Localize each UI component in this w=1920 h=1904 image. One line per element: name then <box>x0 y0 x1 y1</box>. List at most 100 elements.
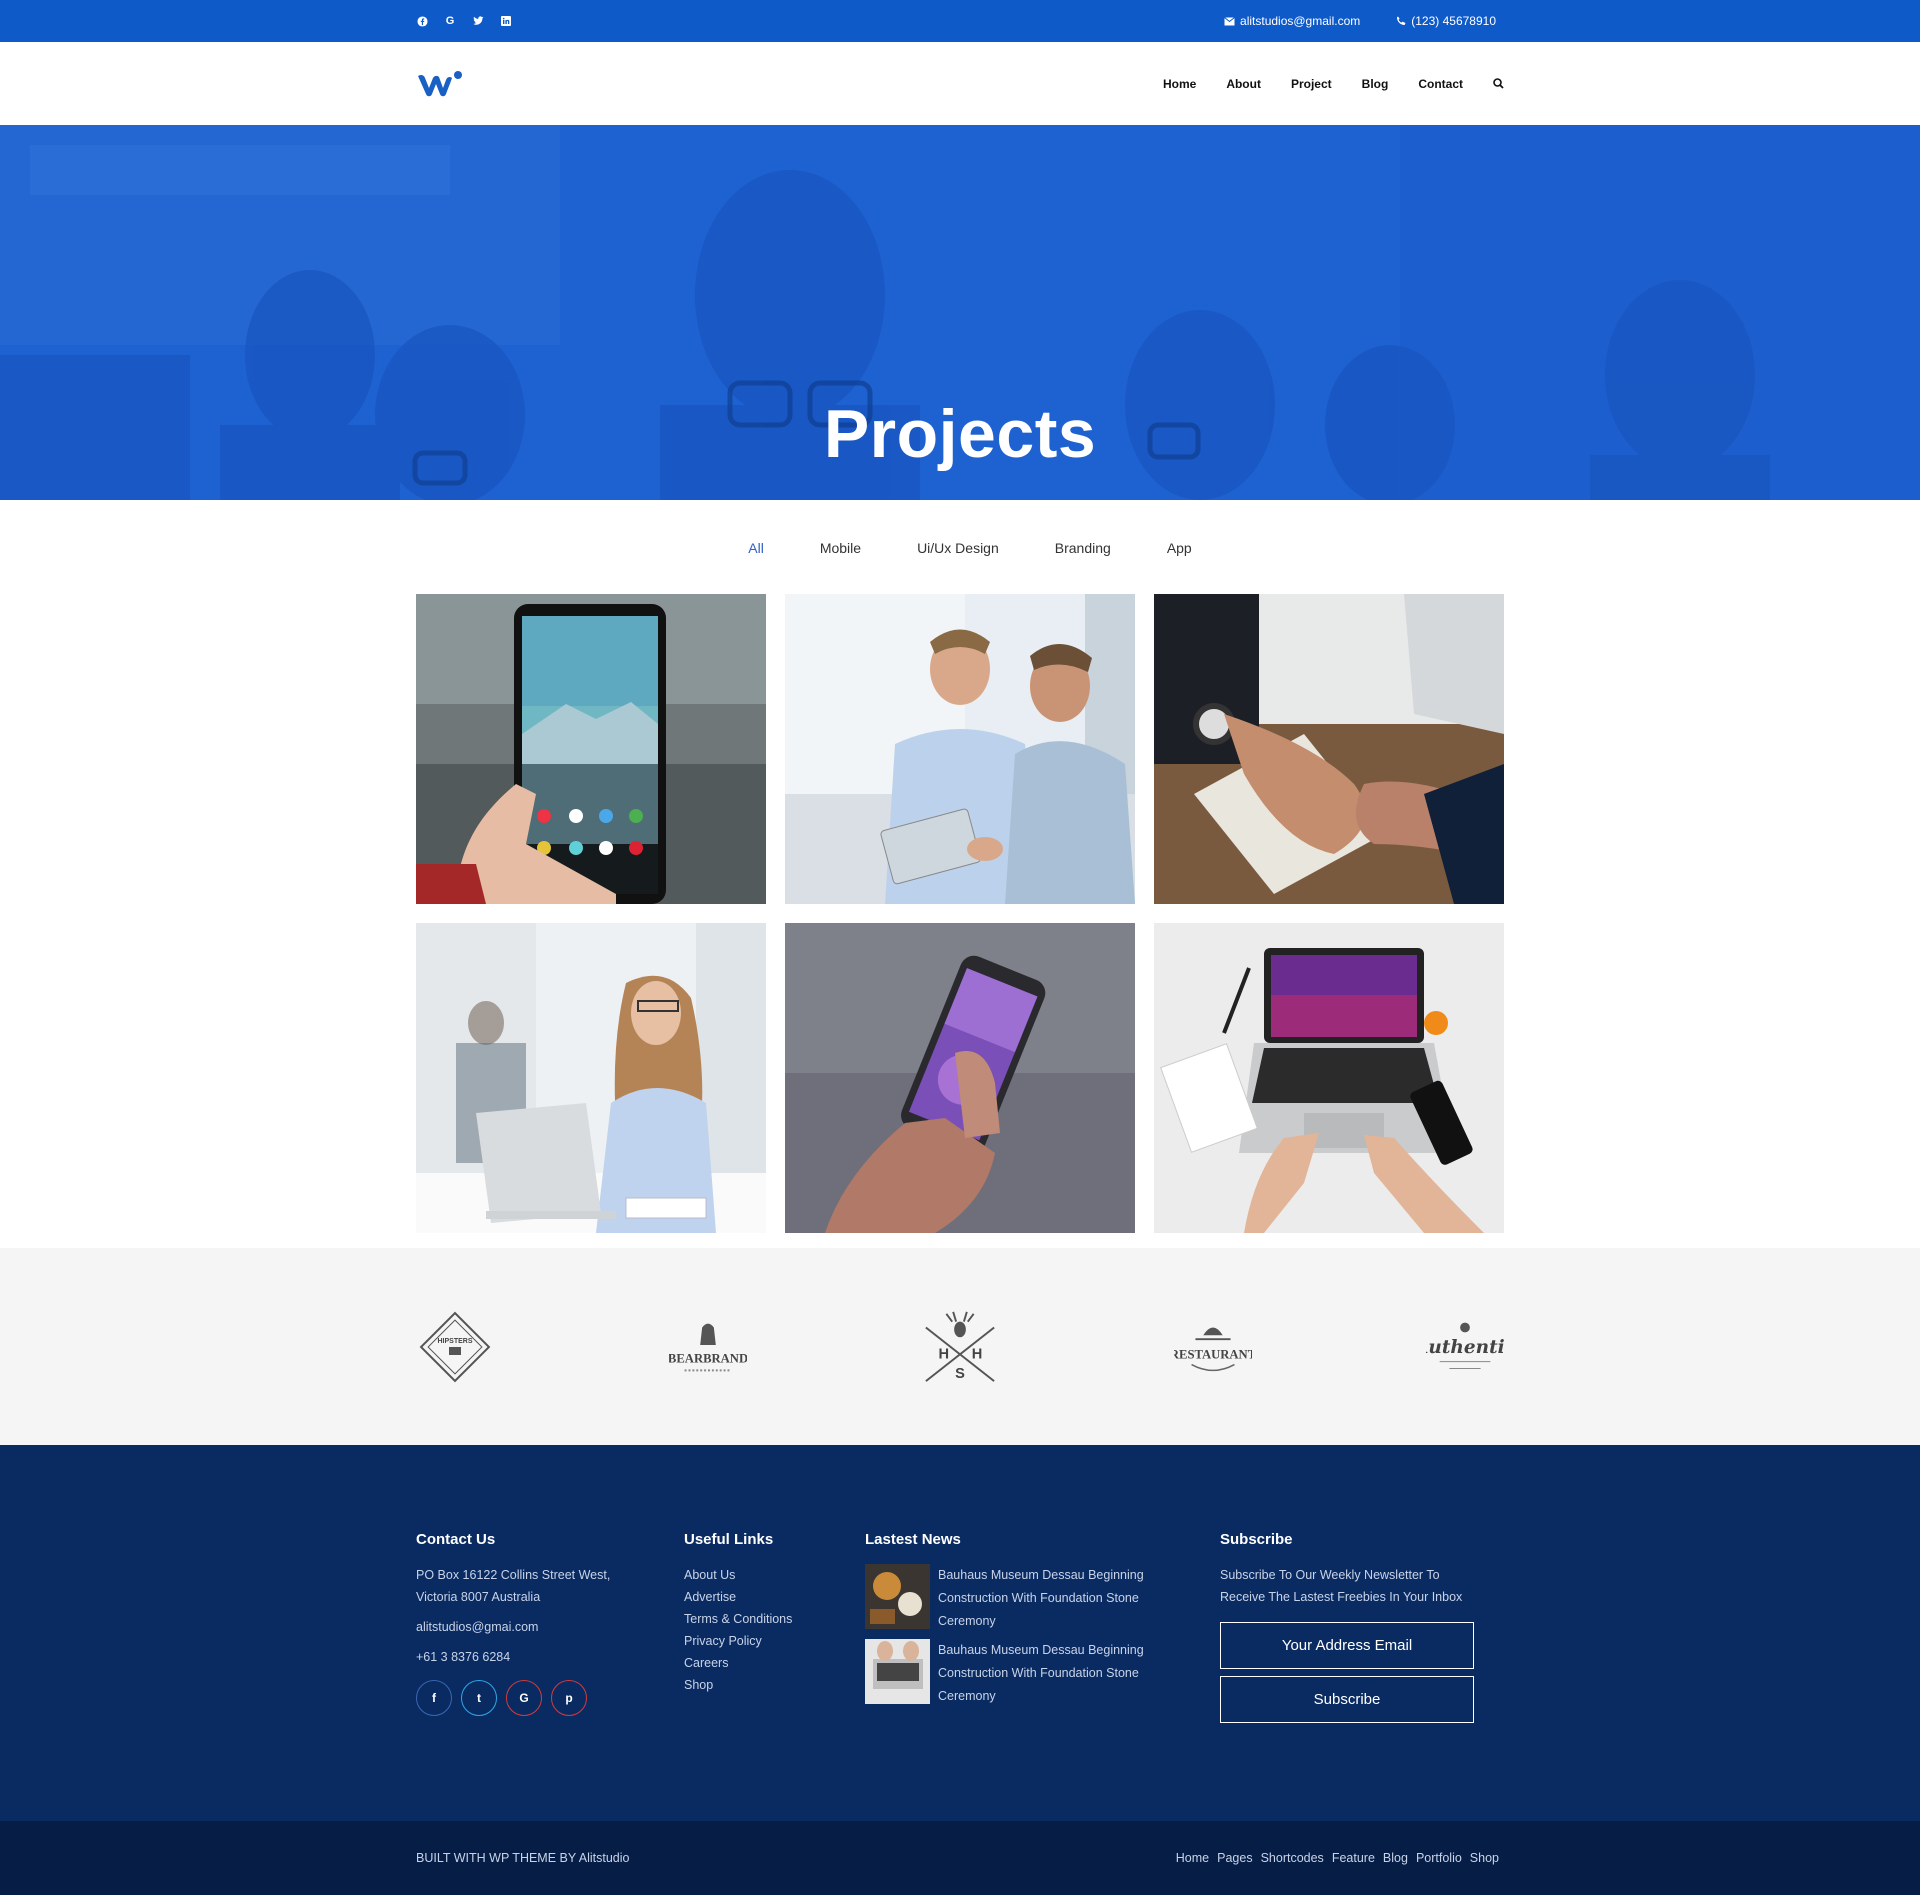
bottom-link-shortcodes[interactable]: Shortcodes <box>1261 1851 1324 1865</box>
pinterest-icon[interactable]: p <box>551 1680 587 1716</box>
project-item[interactable] <box>785 923 1135 1233</box>
footer-link-advertise[interactable]: Advertise <box>684 1586 865 1608</box>
project-image-handshake <box>1154 594 1504 904</box>
footer-link-terms[interactable]: Terms & Conditions <box>684 1608 865 1630</box>
footer-bottom-bar: BUILT WITH WP THEME BY Alitstudio Home P… <box>0 1821 1920 1895</box>
twitter-icon[interactable] <box>472 15 484 27</box>
news-item[interactable]: Bauhaus Museum Dessau Beginning Construc… <box>865 1639 1220 1708</box>
nav-home[interactable]: Home <box>1163 77 1196 91</box>
footer-links-heading: Useful Links <box>684 1531 774 1548</box>
top-email[interactable]: alitstudios@gmail.com <box>1224 14 1360 28</box>
footer-latest-news: Lastest News Bauhaus Museum Dessau Begin… <box>865 1531 1220 1723</box>
news-item[interactable]: Bauhaus Museum Dessau Beginning Construc… <box>865 1564 1220 1633</box>
project-image-phone-mountains <box>416 594 766 904</box>
project-filters: All Mobile Ui/Ux Design Branding App <box>0 540 1920 556</box>
phone-icon <box>1397 16 1406 25</box>
restaurant-logo: RESTAURANT <box>1174 1307 1252 1387</box>
footer-link-about-us[interactable]: About Us <box>684 1564 865 1586</box>
twitter-icon[interactable]: t <box>461 1680 497 1716</box>
nav-blog[interactable]: Blog <box>1362 77 1389 91</box>
brand-logos-strip: HIPSTERS BEARBRAND H H S RESTAURANT uthe… <box>0 1248 1920 1445</box>
bearbrand-logo: BEARBRAND <box>669 1307 747 1387</box>
footer-address-line2: Victoria 8007 Australia <box>416 1590 541 1604</box>
subscribe-text-line2: Receive The Lastest Freebies In Your Inb… <box>1220 1590 1463 1604</box>
filter-branding[interactable]: Branding <box>1055 540 1111 556</box>
top-phone-text: (123) 45678910 <box>1411 14 1496 28</box>
svg-text:S: S <box>955 1366 965 1382</box>
bottom-link-pages[interactable]: Pages <box>1217 1851 1252 1865</box>
nav-project[interactable]: Project <box>1291 77 1332 91</box>
footer-bottom-links: Home Pages Shortcodes Feature Blog Portf… <box>1176 1851 1499 1865</box>
facebook-icon[interactable]: f <box>416 1680 452 1716</box>
bottom-link-home[interactable]: Home <box>1176 1851 1209 1865</box>
news-thumbnail <box>865 1564 930 1629</box>
footer-contact-heading: Contact Us <box>416 1531 496 1548</box>
authentic-logo: Authentic <box>1426 1307 1504 1387</box>
hipsters-logo: HIPSTERS <box>416 1307 494 1387</box>
footer-subscribe: Subscribe Subscribe To Our Weekly Newsle… <box>1220 1531 1504 1723</box>
svg-text:RESTAURANT: RESTAURANT <box>1174 1347 1252 1361</box>
project-image-woman-laptop <box>416 923 766 1233</box>
svg-text:Authentic: Authentic <box>1426 1336 1504 1357</box>
filter-app[interactable]: App <box>1167 540 1192 556</box>
bottom-link-blog[interactable]: Blog <box>1383 1851 1408 1865</box>
svg-text:H: H <box>972 1346 983 1362</box>
page-title: Projects <box>823 396 1097 472</box>
main-menu: Home About Project Blog Contact <box>1163 77 1504 91</box>
hhs-logo: H H S <box>921 1307 999 1387</box>
project-image-business-meeting <box>785 594 1135 904</box>
news-item-title[interactable]: Bauhaus Museum Dessau Beginning Construc… <box>938 1564 1178 1633</box>
main-navbar: Home About Project Blog Contact <box>0 42 1920 125</box>
filter-all[interactable]: All <box>748 540 764 556</box>
project-grid <box>416 594 1504 1233</box>
project-item[interactable] <box>785 594 1135 904</box>
top-contact: alitstudios@gmail.com (123) 45678910 <box>1224 14 1496 28</box>
footer-phone[interactable]: +61 3 8376 6284 <box>416 1646 684 1668</box>
bottom-link-shop[interactable]: Shop <box>1470 1851 1499 1865</box>
google-icon[interactable]: G <box>444 15 456 27</box>
linkedin-icon[interactable] <box>500 15 512 27</box>
svg-text:H: H <box>939 1346 950 1362</box>
project-item[interactable] <box>416 594 766 904</box>
footer-address-line1: PO Box 16122 Collins Street West, <box>416 1568 611 1582</box>
nav-about[interactable]: About <box>1226 77 1261 91</box>
footer-link-shop[interactable]: Shop <box>684 1674 865 1696</box>
footer-link-careers[interactable]: Careers <box>684 1652 865 1674</box>
footer-social-links: f t G p <box>416 1680 684 1716</box>
facebook-icon[interactable] <box>416 15 428 27</box>
subscribe-text-line1: Subscribe To Our Weekly Newsletter To <box>1220 1568 1440 1582</box>
envelope-icon <box>1224 16 1235 25</box>
subscribe-button[interactable]: Subscribe <box>1220 1676 1474 1723</box>
svg-text:BEARBRAND: BEARBRAND <box>669 1351 747 1365</box>
project-image-hand-phone <box>785 923 1135 1233</box>
bottom-link-portfolio[interactable]: Portfolio <box>1416 1851 1462 1865</box>
bottom-link-feature[interactable]: Feature <box>1332 1851 1375 1865</box>
footer-credit: BUILT WITH WP THEME BY Alitstudio <box>416 1851 630 1865</box>
nav-contact[interactable]: Contact <box>1418 77 1463 91</box>
project-item[interactable] <box>416 923 766 1233</box>
footer-useful-links: Useful Links About Us Advertise Terms & … <box>684 1531 865 1723</box>
google-icon[interactable]: G <box>506 1680 542 1716</box>
search-icon[interactable] <box>1493 78 1504 89</box>
subscribe-email-input[interactable]: Your Address Email <box>1220 1622 1474 1669</box>
site-footer: Contact Us PO Box 16122 Collins Street W… <box>0 1445 1920 1821</box>
filter-uiux-design[interactable]: Ui/Ux Design <box>917 540 999 556</box>
footer-news-heading: Lastest News <box>865 1531 961 1548</box>
svg-text:HIPSTERS: HIPSTERS <box>437 1338 472 1345</box>
project-item[interactable] <box>1154 594 1504 904</box>
filter-mobile[interactable]: Mobile <box>820 540 861 556</box>
footer-email[interactable]: alitstudios@gmai.com <box>416 1616 684 1638</box>
site-logo[interactable] <box>416 70 464 98</box>
top-email-text: alitstudios@gmail.com <box>1240 14 1361 28</box>
project-item[interactable] <box>1154 923 1504 1233</box>
top-phone[interactable]: (123) 45678910 <box>1396 14 1496 28</box>
project-image-laptop-desk <box>1154 923 1504 1233</box>
footer-link-privacy[interactable]: Privacy Policy <box>684 1630 865 1652</box>
news-item-title[interactable]: Bauhaus Museum Dessau Beginning Construc… <box>938 1639 1178 1708</box>
footer-contact: Contact Us PO Box 16122 Collins Street W… <box>416 1531 684 1723</box>
page-hero: Projects <box>0 125 1920 500</box>
top-bar: G alitstudios@gmail.com (123) 45678910 <box>0 0 1920 42</box>
news-thumbnail <box>865 1639 930 1704</box>
top-social-links: G <box>416 15 512 27</box>
footer-subscribe-heading: Subscribe <box>1220 1531 1293 1548</box>
